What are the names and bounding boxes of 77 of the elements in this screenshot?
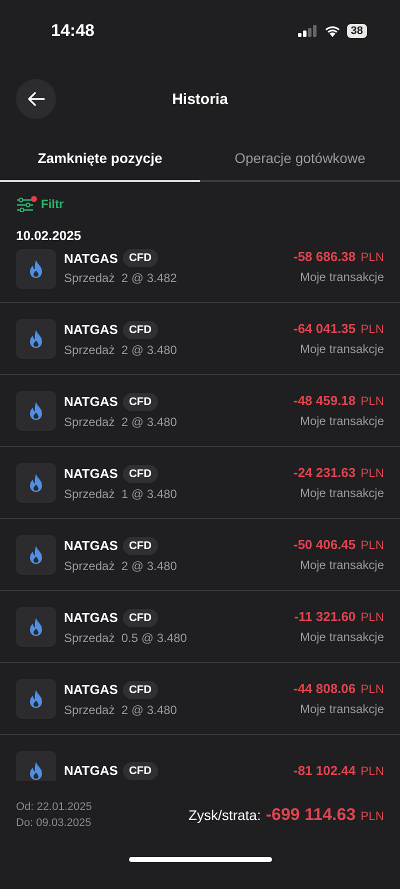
- currency-label: PLN: [360, 682, 384, 696]
- flame-icon: [29, 260, 43, 278]
- flame-icon: [29, 618, 43, 636]
- currency-label: PLN: [360, 538, 384, 552]
- trade-detail: Sprzedaż 2 @ 3.480: [64, 702, 178, 716]
- trade-detail: Sprzedaż 2 @ 3.480: [64, 342, 178, 356]
- position-row[interactable]: NATGAS CFD Sprzedaż 2 @ 3.480 -48 459.18 PLN Moje transakcje: [0, 375, 400, 447]
- filter-button[interactable]: Filtr: [16, 196, 64, 212]
- flame-icon: [29, 330, 43, 348]
- tab[interactable]: Operacje gotówkowe: [200, 137, 400, 182]
- instrument-tag: CFD: [122, 464, 158, 482]
- source-label: Moje transakcje: [300, 486, 384, 500]
- currency-label: PLN: [360, 809, 384, 823]
- instrument-tag: CFD: [122, 680, 158, 698]
- currency-label: PLN: [360, 466, 384, 480]
- instrument-symbol: NATGAS: [64, 322, 118, 337]
- profit-amount: -24 231.63: [293, 465, 356, 480]
- instrument-tag: CFD: [122, 536, 158, 554]
- trade-detail: Sprzedaż 2 @ 3.482: [64, 271, 178, 285]
- total-label: Zysk/strata:: [188, 807, 261, 823]
- status-time: 14:48: [51, 21, 94, 41]
- trade-detail: Sprzedaż 2 @ 3.480: [64, 414, 178, 428]
- currency-label: PLN: [360, 322, 384, 336]
- trade-detail: Sprzedaż 2 @ 3.480: [64, 558, 178, 572]
- back-button[interactable]: [16, 79, 56, 119]
- instrument-tag: CFD: [122, 320, 158, 338]
- instrument-tag: CFD: [122, 249, 158, 267]
- instrument-symbol: NATGAS: [64, 466, 118, 481]
- tab[interactable]: Zamknięte pozycje: [0, 137, 200, 182]
- battery-icon: 38: [346, 24, 367, 38]
- profit-amount: -58 686.38: [293, 249, 356, 264]
- from-date: Od: 22.01.2025: [16, 801, 92, 813]
- instrument-tag: CFD: [122, 762, 158, 780]
- source-label: Moje transakcje: [300, 630, 384, 644]
- currency-label: PLN: [360, 764, 384, 778]
- position-row[interactable]: NATGAS CFD Sprzedaż 2 @ 3.480 -64 041.35 PLN Moje transakcje: [0, 303, 400, 375]
- instrument-tag: CFD: [122, 392, 158, 410]
- to-date: Do: 09.03.2025: [16, 817, 92, 829]
- currency-label: PLN: [360, 250, 384, 264]
- instrument-symbol: NATGAS: [64, 682, 118, 697]
- back-arrow-icon: [27, 91, 45, 107]
- source-label: Moje transakcje: [300, 270, 384, 284]
- position-row[interactable]: NATGAS CFD Sprzedaż 2 @ 3.480 -44 808.06 PLN Moje transakcje: [0, 663, 400, 735]
- page-title: Historia: [172, 91, 228, 108]
- flame-icon: [29, 546, 43, 564]
- instrument-symbol: NATGAS: [64, 394, 118, 409]
- profit-amount: -48 459.18: [293, 393, 356, 408]
- instrument-symbol: NATGAS: [64, 538, 118, 553]
- wifi-icon: [324, 25, 341, 37]
- position-row[interactable]: NATGAS CFD Sprzedaż 2 @ 3.480 -50 406.45 PLN Moje transakcje: [0, 519, 400, 591]
- profit-amount: -44 808.06: [293, 681, 356, 696]
- position-row[interactable]: NATGAS CFD Sprzedaż 2 @ 3.482 -58 686.38 PLN Moje transakcje: [0, 243, 400, 303]
- currency-label: PLN: [360, 610, 384, 624]
- trade-detail: Sprzedaż 1 @ 3.480: [64, 486, 178, 500]
- profit-amount: -11 321.60: [294, 609, 356, 624]
- total-amount: -699 114.63: [266, 805, 356, 825]
- source-label: Moje transakcje: [300, 558, 384, 572]
- instrument-symbol: NATGAS: [64, 250, 118, 266]
- signal-icon: [298, 25, 318, 37]
- instrument-symbol: NATGAS: [64, 610, 118, 625]
- flame-icon: [29, 402, 43, 420]
- source-label: Moje transakcje: [300, 414, 384, 428]
- flame-icon: [29, 474, 43, 492]
- instrument-symbol: NATGAS: [64, 763, 118, 778]
- profit-amount: -50 406.45: [293, 537, 356, 552]
- position-row[interactable]: NATGAS CFD Sprzedaż 0.5 @ 3.480 -11 321.60 PLN Moje transakcje: [0, 591, 400, 663]
- profit-amount: -81 102.44: [293, 763, 356, 778]
- date-heading: 10.02.2025: [16, 228, 82, 243]
- source-label: Moje transakcje: [300, 342, 384, 356]
- trade-detail: Sprzedaż 0.5 @ 3.480: [64, 630, 188, 644]
- currency-label: PLN: [360, 394, 384, 408]
- source-label: Moje transakcje: [300, 702, 384, 716]
- flame-icon: [29, 762, 43, 780]
- position-row[interactable]: NATGAS CFD Sprzedaż 1 @ 3.480 -24 231.63 PLN Moje transakcje: [0, 447, 400, 519]
- profit-amount: -64 041.35: [293, 321, 356, 336]
- flame-icon: [29, 690, 43, 708]
- instrument-tag: CFD: [122, 608, 158, 626]
